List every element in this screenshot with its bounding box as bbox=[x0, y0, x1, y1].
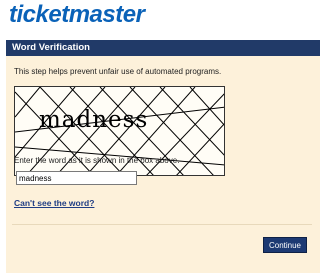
captcha-word: madness bbox=[39, 107, 149, 133]
verification-panel: This step helps prevent unfair use of au… bbox=[6, 56, 320, 273]
divider bbox=[12, 224, 312, 225]
ticketmaster-logo: ticketmaster bbox=[9, 1, 145, 28]
prompt-text: Enter the word as it is shown in the box… bbox=[14, 156, 180, 165]
section-title: Word Verification bbox=[12, 42, 90, 53]
cant-see-word-link[interactable]: Can't see the word? bbox=[14, 198, 94, 208]
continue-button[interactable]: Continue bbox=[263, 237, 307, 253]
captcha-answer-input[interactable] bbox=[16, 171, 137, 185]
section-header: Word Verification bbox=[6, 40, 320, 56]
intro-text: This step helps prevent unfair use of au… bbox=[14, 67, 222, 76]
